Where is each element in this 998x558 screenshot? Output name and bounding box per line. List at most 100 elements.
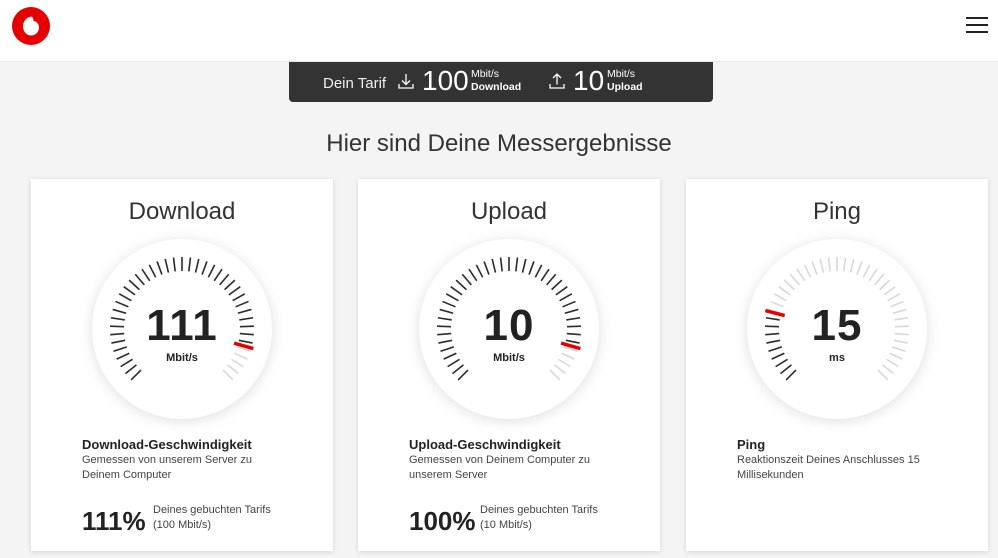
download-gauge: 111 Mbit/s <box>92 239 272 419</box>
gauge-tick <box>227 364 240 375</box>
gauge-tick <box>232 293 246 302</box>
gauge-tick <box>213 268 223 282</box>
tariff-upload-caption: Upload <box>607 81 643 93</box>
gauge-value: 15 <box>811 301 863 350</box>
tariff-percentage-text-line1: Deines gebuchten Tarifs <box>480 504 598 516</box>
gauge-tick <box>521 258 527 273</box>
top-navigation-bar <box>0 0 998 62</box>
vodafone-logo-icon[interactable] <box>12 7 50 45</box>
gauge-tick <box>874 273 885 286</box>
gauge-tick <box>468 268 478 282</box>
gauge-tick <box>528 261 535 275</box>
gauge-tick <box>219 273 230 286</box>
upload-gauge: 10 Mbit/s <box>419 239 599 419</box>
tariff-upload-unit: Mbit/s Upload <box>607 68 643 94</box>
gauge-value: 111 <box>146 301 218 350</box>
gauge-tick <box>491 258 497 273</box>
gauge-tick <box>194 258 200 273</box>
tariff-percentage-text-line1: Deines gebuchten Tarifs <box>153 504 271 516</box>
gauge-tick <box>549 369 561 381</box>
gauge-tick <box>849 258 855 273</box>
card-title: Upload <box>470 198 548 225</box>
tariff-download-value: 100 <box>422 65 469 96</box>
gauge-tick <box>778 286 791 296</box>
gauge-tick <box>796 268 806 282</box>
result-description: Gemessen von unserem Server zu Deinem Co… <box>82 454 252 481</box>
gauge-tick <box>540 268 550 282</box>
gauge-tick <box>134 273 145 286</box>
gauge-unit: Mbit/s <box>493 352 525 364</box>
ping-gauge: 15 ms <box>747 239 927 419</box>
gauge-tick <box>475 264 484 278</box>
gauge-tick <box>455 279 467 291</box>
gauge-tick <box>882 364 895 375</box>
gauge-unit: Mbit/s <box>166 352 198 364</box>
gauge-tick <box>551 279 563 291</box>
tariff-label: Dein Tarif <box>323 75 387 92</box>
tariff-percentage: 111% <box>82 506 146 536</box>
tariff-percentage-text: Deines gebuchten Tarifs (10 Mbit/s) <box>480 503 598 533</box>
gauge-tick <box>559 293 573 302</box>
gauge-tick <box>483 261 490 275</box>
upload-result-card: Upload 10 Mbit/s Upload-Geschwindigkeit … <box>358 179 660 551</box>
gauge-unit: ms <box>829 352 845 364</box>
download-icon <box>398 74 414 89</box>
result-heading: Download-Geschwindigkeit <box>82 437 252 452</box>
gauge-tick <box>451 364 464 375</box>
gauge-tick <box>130 369 142 381</box>
tariff-upload-value: 10 <box>573 65 605 96</box>
result-heading: Upload-Geschwindigkeit <box>409 437 561 452</box>
gauge-tick <box>461 273 472 286</box>
gauge-tick <box>450 286 463 296</box>
gauge-tick <box>123 286 136 296</box>
gauge-value: 10 <box>483 301 535 350</box>
gauge-tick <box>172 257 176 272</box>
gauge-tick <box>887 293 901 302</box>
gauge-tick <box>201 261 208 275</box>
hamburger-menu-icon[interactable] <box>966 15 988 35</box>
gauge-tick <box>128 279 140 291</box>
gauge-tick <box>124 364 137 375</box>
result-description: Gemessen von Deinem Computer zu unserem … <box>409 454 590 481</box>
gauge-tick <box>188 257 192 272</box>
gauge-tick <box>224 279 236 291</box>
gauge-tick <box>156 261 163 275</box>
gauge-tick <box>883 286 896 296</box>
ping-result-card: Ping 15 ms Ping Reaktionszeit Deines Ans… <box>686 179 988 551</box>
tariff-percentage: 100% <box>409 506 476 536</box>
gauge-tick <box>141 268 151 282</box>
gauge-tick <box>555 286 568 296</box>
gauge-tick <box>862 264 871 278</box>
tariff-download-unit-label: Mbit/s <box>471 68 500 80</box>
gauge-tick <box>457 369 469 381</box>
tariff-bar: Dein Tarif 100 Mbit/s Download 10 Mbit/s… <box>289 62 713 102</box>
gauge-tick <box>773 293 787 302</box>
gauge-tick <box>499 257 503 272</box>
tariff-upload-unit-label: Mbit/s <box>607 68 636 80</box>
gauge-tick <box>148 264 157 278</box>
tariff-percentage-text-line2: (100 Mbit/s) <box>153 519 212 531</box>
gauge-tick <box>879 279 891 291</box>
tariff-percentage-text: Deines gebuchten Tarifs (100 Mbit/s) <box>153 503 271 533</box>
result-heading: Ping <box>737 437 766 452</box>
gauge-tick <box>843 257 847 272</box>
gauge-tick <box>554 364 567 375</box>
page-title: Hier sind Deine Messergebnisse <box>326 130 672 157</box>
gauge-tick <box>783 279 795 291</box>
gauge-tick <box>228 286 241 296</box>
card-title: Ping <box>812 198 862 225</box>
gauge-tick <box>534 264 543 278</box>
download-result-card: Download 111 Mbit/s Download-Geschwindig… <box>31 179 333 551</box>
result-description: Reaktionszeit Deines Anschlusses 15 Mill… <box>737 454 920 481</box>
gauge-tick <box>803 264 812 278</box>
tariff-download-unit: Mbit/s Download <box>471 68 521 94</box>
tariff-download-caption: Download <box>471 81 522 93</box>
gauge-tick <box>779 364 792 375</box>
gauge-tick <box>856 261 863 275</box>
gauge-tick <box>164 258 170 273</box>
tariff-percentage-text-line2: (10 Mbit/s) <box>480 519 532 531</box>
upload-icon <box>549 73 565 89</box>
card-title: Download <box>128 198 236 225</box>
gauge-tick <box>118 293 132 302</box>
gauge-tick <box>827 257 831 272</box>
